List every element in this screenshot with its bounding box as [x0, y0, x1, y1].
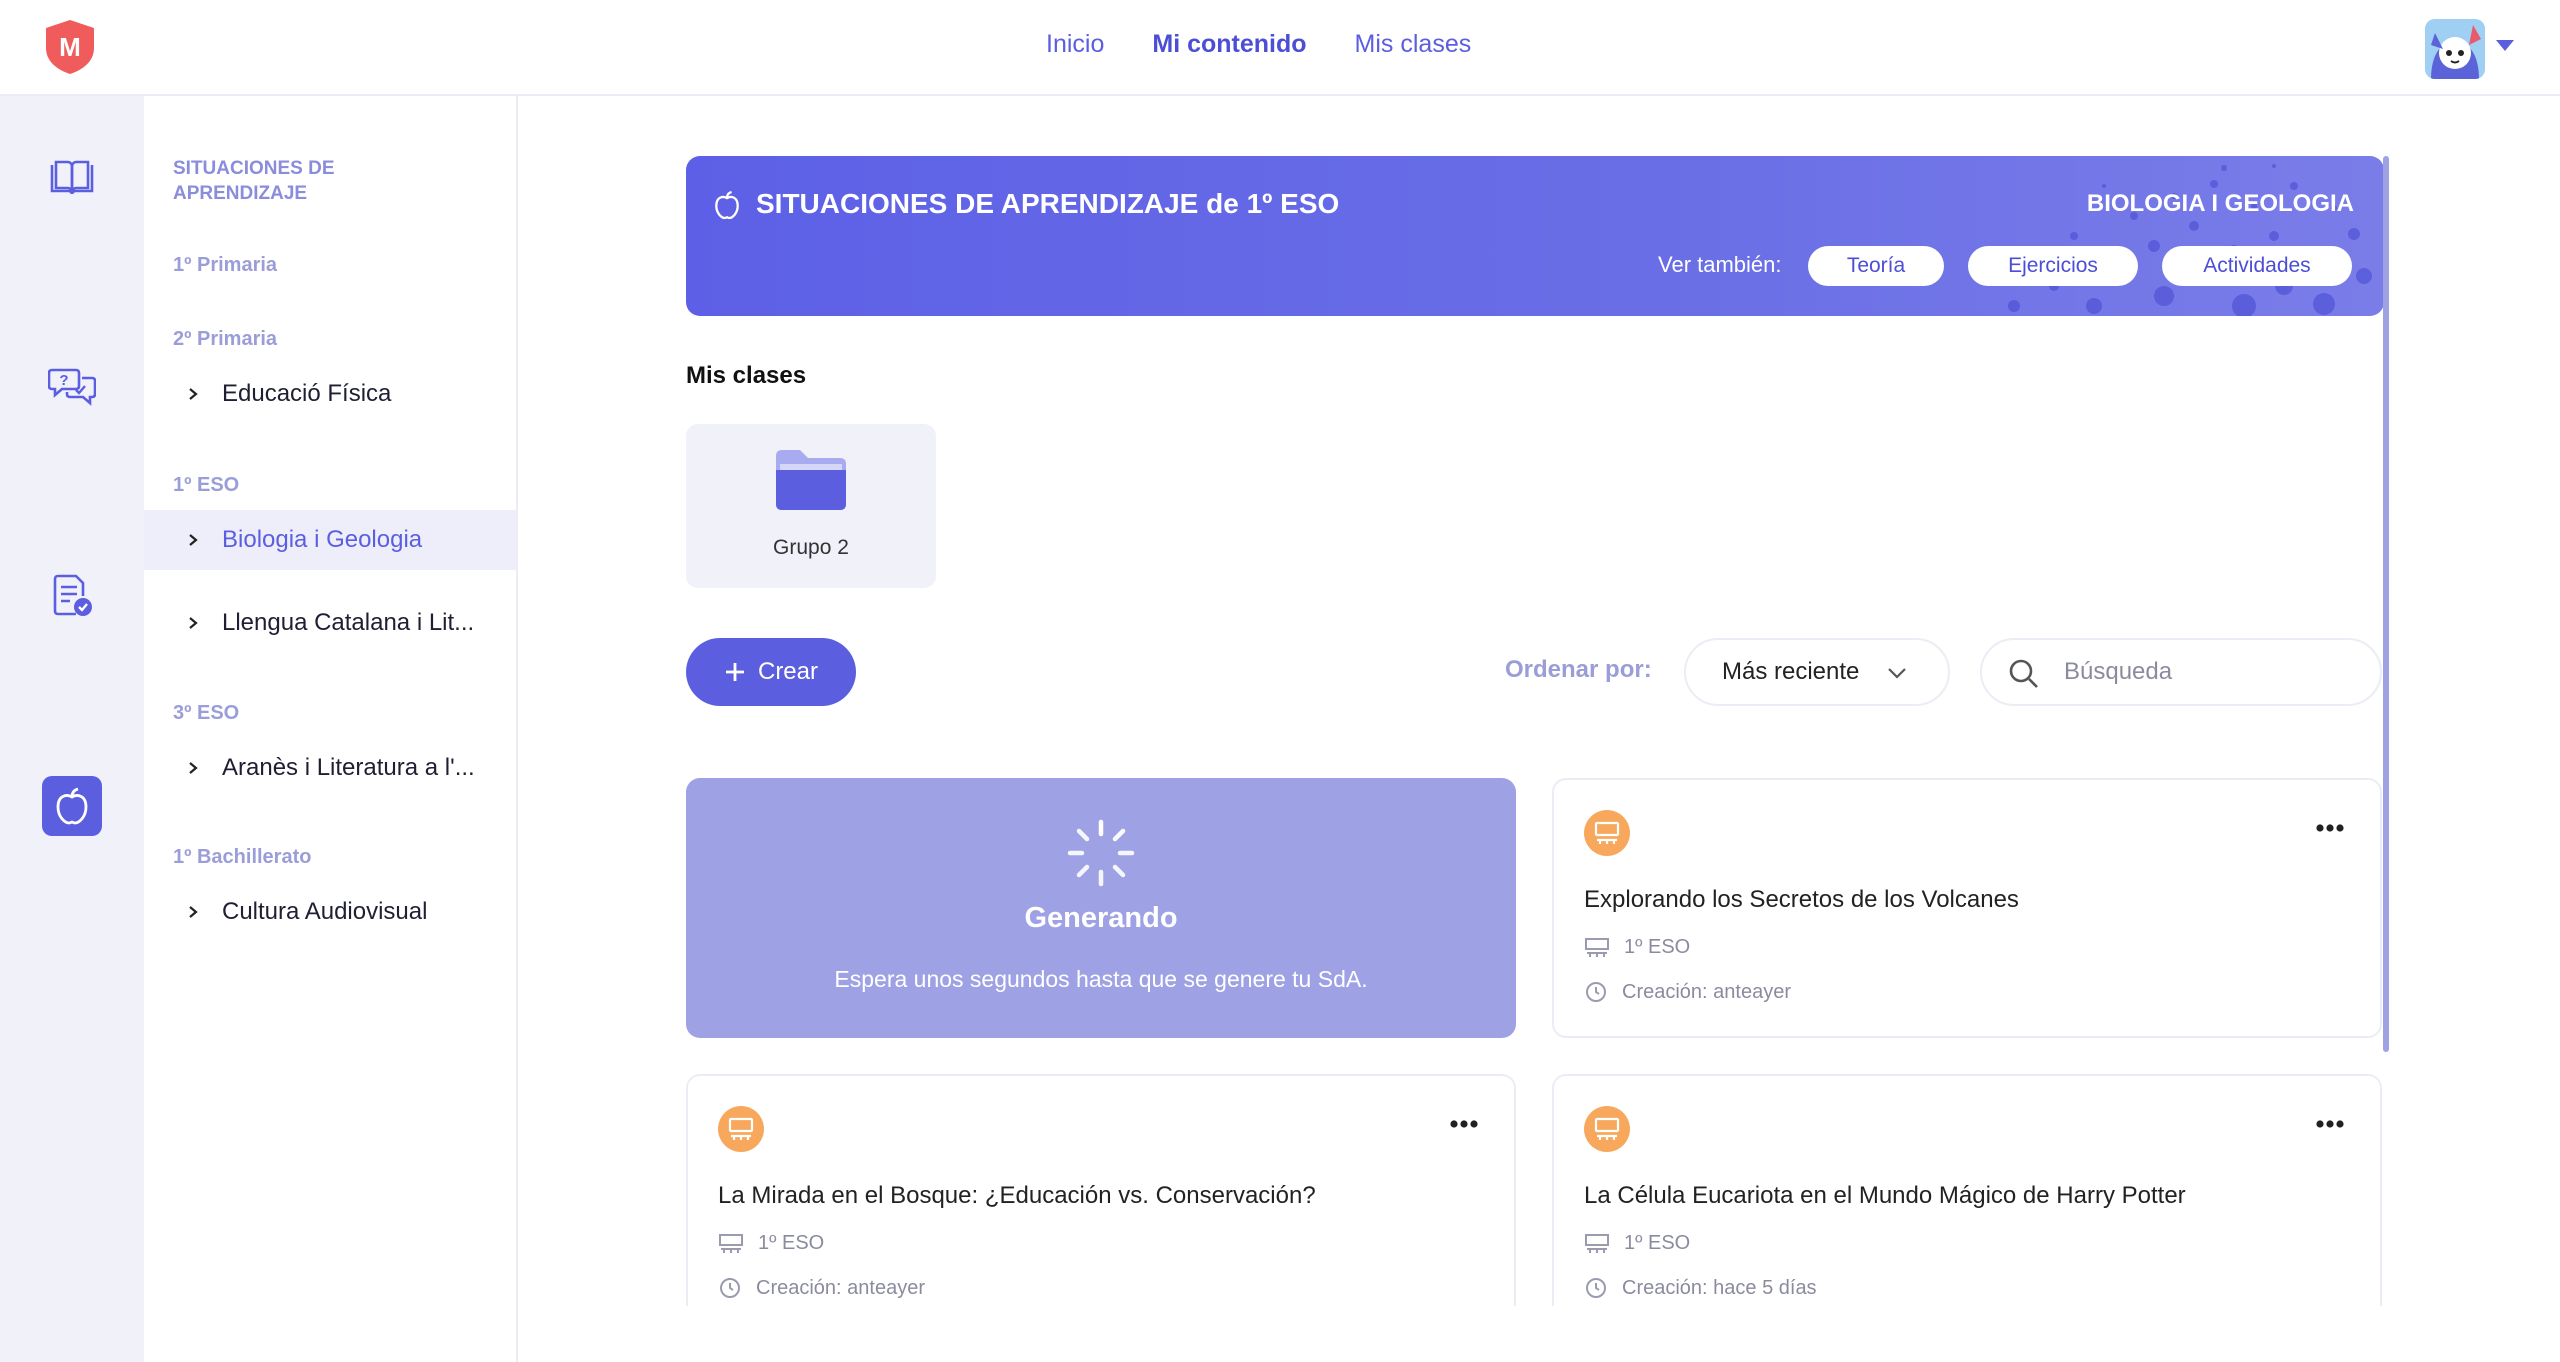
classroom-icon [1585, 1233, 1609, 1253]
top-bar: M Inicio Mi contenido Mis clases [0, 0, 2560, 96]
sidebar-item-label: Biologia i Geologia [222, 526, 423, 553]
order-by-select[interactable]: Más reciente [1684, 638, 1950, 706]
subject-banner: SITUACIONES DE APRENDIZAJE de 1º ESO BIO… [686, 156, 2384, 316]
sidebar-item-aranes[interactable]: Aranès i Literatura a l'... [144, 738, 516, 798]
more-options-icon[interactable] [2316, 824, 2344, 832]
clock-icon [1586, 1278, 1606, 1298]
sidebar-level-1-eso: 1º ESO [173, 474, 240, 496]
section-title-mis-clases: Mis clases [686, 362, 807, 389]
classroom-icon [1585, 937, 1609, 957]
sidebar-level-1-bachillerato: 1º Bachillerato [173, 846, 312, 868]
generating-subtitle: Espera unos segundos hasta que se genere… [834, 966, 1368, 992]
card-created: Creación: anteayer [1584, 980, 1791, 1004]
sidebar-level-1-primaria: 1º Primaria [173, 254, 278, 276]
clock-icon [1586, 982, 1606, 1002]
card-title: La Mirada en el Bosque: ¿Educación vs. C… [718, 1182, 1316, 1209]
link-teoria[interactable]: Teoría [1808, 246, 1944, 286]
sidebar-level-2-primaria: 2º Primaria [173, 328, 278, 350]
apple-icon [715, 190, 739, 220]
search-input[interactable] [2064, 658, 2354, 686]
more-options-icon[interactable] [2316, 1120, 2344, 1128]
chevron-right-icon [189, 534, 198, 546]
content-card[interactable]: Explorando los Secretos de los Volcanes … [1552, 778, 2382, 1038]
banner-title: SITUACIONES DE APRENDIZAJE de 1º ESO [756, 188, 1340, 219]
avatar-character-icon [2425, 19, 2485, 79]
link-actividades[interactable]: Actividades [2162, 246, 2352, 286]
content-fade-mask [520, 1306, 2560, 1362]
card-level: 1º ESO [1584, 1232, 1690, 1255]
top-nav: Inicio Mi contenido Mis clases [1046, 30, 1471, 59]
checklist-icon[interactable] [42, 566, 102, 626]
avatar-dropdown-icon[interactable] [2496, 40, 2514, 51]
sidebar-item-cultura-audiovisual[interactable]: Cultura Audiovisual [144, 882, 516, 942]
more-options-icon[interactable] [1450, 1120, 1478, 1128]
classroom-icon [719, 1233, 743, 1253]
order-by-label: Ordenar por: [1505, 656, 1652, 683]
order-by-value: Más reciente [1722, 658, 1860, 685]
chevron-right-icon [189, 906, 198, 918]
card-created-text: Creación: anteayer [1622, 980, 1791, 1003]
plus-icon [725, 663, 744, 681]
loading-spinner-icon [1067, 819, 1135, 887]
logo-icon[interactable]: M [42, 18, 98, 76]
search-box[interactable] [1980, 638, 2382, 706]
card-created: Creación: anteayer [718, 1276, 925, 1300]
user-avatar[interactable] [2425, 19, 2485, 79]
nav-mi-contenido[interactable]: Mi contenido [1152, 30, 1306, 59]
link-ejercicios[interactable]: Ejercicios [1968, 246, 2138, 286]
folder-icon [776, 450, 846, 510]
card-level-text: 1º ESO [1624, 1232, 1691, 1254]
banner-dots-decoration [2008, 164, 2372, 316]
main-scrollbar[interactable] [2383, 156, 2389, 1052]
generating-card: Generando Espera unos segundos hasta que… [686, 778, 1516, 1038]
sidebar-item-label: Aranès i Literatura a l'... [222, 754, 475, 781]
search-icon [2009, 659, 2038, 688]
see-also-label: Ver también: [1658, 252, 1782, 277]
create-button-label: Crear [757, 658, 818, 685]
sidebar-item-llengua-catalana[interactable]: Llengua Catalana i Lit... [144, 593, 516, 653]
generating-title: Generando [1024, 902, 1178, 934]
chevron-right-icon [189, 762, 198, 774]
sidebar-item-biologia-geologia[interactable]: Biologia i Geologia [144, 510, 516, 570]
card-created-text: Creación: hace 5 días [1622, 1276, 1817, 1299]
svg-text:?: ? [59, 372, 68, 389]
nav-mis-clases[interactable]: Mis clases [1355, 30, 1472, 59]
card-level: 1º ESO [1584, 936, 1690, 959]
chevron-right-icon [189, 617, 198, 629]
card-level: 1º ESO [718, 1232, 824, 1255]
apple-icon[interactable] [42, 776, 102, 836]
presentation-badge-icon [1584, 1106, 1630, 1152]
clock-icon [720, 1278, 740, 1298]
nav-inicio[interactable]: Inicio [1046, 30, 1104, 59]
create-button[interactable]: Crear [686, 638, 856, 706]
chat-question-icon[interactable]: ? [42, 356, 102, 416]
banner-subject: BIOLOGIA I GEOLOGIA [2086, 190, 2354, 217]
class-folder-card[interactable]: Grupo 2 [686, 424, 936, 588]
sidebar-item-label: Llengua Catalana i Lit... [222, 609, 475, 636]
left-rail: ? [0, 96, 144, 1362]
card-created-text: Creación: anteayer [756, 1276, 925, 1299]
card-level-text: 1º ESO [758, 1232, 825, 1254]
class-folder-label: Grupo 2 [773, 536, 849, 559]
card-created: Creación: hace 5 días [1584, 1276, 1817, 1300]
presentation-badge-icon [1584, 810, 1630, 856]
chevron-down-icon [1888, 668, 1906, 679]
card-title: Explorando los Secretos de los Volcanes [1584, 886, 2019, 913]
card-title: La Célula Eucariota en el Mundo Mágico d… [1584, 1182, 2186, 1209]
sidebar-item-label: Educació Física [222, 380, 392, 407]
sidebar-item-educacio-fisica[interactable]: Educació Física [144, 364, 516, 424]
chevron-right-icon [189, 388, 198, 400]
presentation-badge-icon [718, 1106, 764, 1152]
book-icon[interactable] [42, 148, 102, 208]
sidebar-item-label: Cultura Audiovisual [222, 898, 428, 925]
sidebar-title: SITUACIONES DE APRENDIZAJE [173, 158, 335, 204]
sidebar: SITUACIONES DE APRENDIZAJE 1º Primaria 2… [144, 96, 518, 1362]
logo-letter: M [59, 32, 81, 62]
sidebar-level-3-eso: 3º ESO [173, 702, 240, 724]
card-level-text: 1º ESO [1624, 936, 1691, 958]
